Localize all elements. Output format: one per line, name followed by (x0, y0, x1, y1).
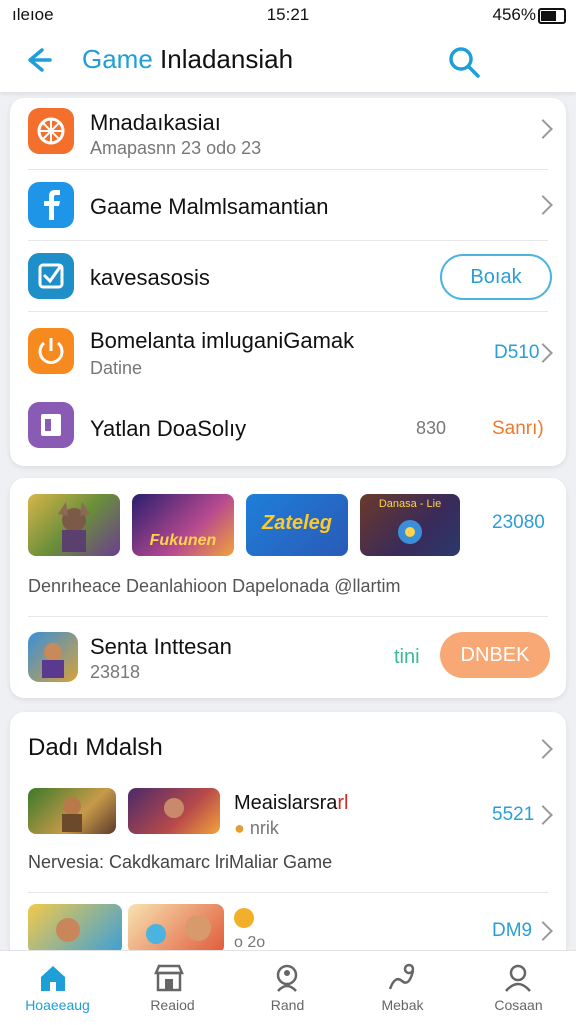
battery-icon (538, 8, 566, 24)
section-item-title: Meaislarsrarl (234, 792, 348, 815)
featured-tag: tini (394, 646, 420, 668)
chevron-right-icon[interactable] (533, 921, 553, 941)
game-thumbnail[interactable] (128, 788, 220, 834)
tab-label: Mebak (381, 997, 424, 1013)
tab-label: Rand (270, 997, 305, 1013)
featured-title: Senta Inttesan (90, 634, 232, 659)
featured-subtitle: 23818 (90, 662, 141, 682)
tab-store[interactable]: Reaiod (115, 951, 230, 1025)
store-icon (154, 964, 184, 992)
game-thumbnail[interactable]: Danasa - Lie (360, 494, 460, 556)
game-thumbnail[interactable] (128, 904, 224, 954)
tab-rand[interactable]: Rand (230, 951, 345, 1025)
tab-profile[interactable]: Cosaan (461, 951, 576, 1025)
item-title: Yatlan DoaSolıy (90, 416, 247, 441)
section-item-title-main: Meaislarsra (234, 792, 338, 814)
page-title: Game Inladansiah (82, 44, 293, 75)
profile-icon (505, 964, 531, 992)
games-caption: Denrıheace Deanlahioon Dapelonada @llart… (28, 576, 401, 596)
list-item[interactable]: Bomelanta imluganiGamak Datine D510 (10, 312, 566, 388)
item-title: kavesasosis (90, 265, 210, 290)
chevron-right-icon (533, 195, 553, 215)
item-subtitle: Datine (90, 358, 143, 378)
game-thumbnail[interactable] (28, 494, 120, 556)
divider (28, 616, 548, 617)
chevron-right-icon[interactable] (533, 739, 553, 759)
game-thumbnail[interactable]: Zateleg (246, 494, 348, 556)
section-item-title-red: rl (337, 792, 349, 814)
power-icon (28, 328, 74, 374)
featured-game-row[interactable]: Senta Inttesan 23818 tini DNBEK (10, 618, 566, 698)
search-icon[interactable] (444, 42, 484, 82)
list-item: kavesasosis Boıak (10, 241, 566, 311)
section-item2-value: DM9 (492, 920, 533, 941)
tab-label: Reaiod (150, 997, 195, 1013)
thumb-text: Fukunen (149, 532, 217, 549)
game-thumbnail[interactable]: Fukunen (132, 494, 234, 556)
item-value: 830 (416, 418, 447, 438)
tab-home[interactable]: Hoaeeaug (0, 951, 115, 1025)
coin-icon (234, 908, 254, 928)
tab-label: Cosaan (494, 997, 543, 1013)
section-item-value: 5521 (492, 804, 535, 825)
list-action-button[interactable]: Boıak (440, 254, 552, 300)
game-thumbnail[interactable] (28, 904, 122, 954)
list-item[interactable]: Gaame Malmlsamantian (10, 170, 566, 240)
section-item-subtitle: ● nrik (234, 818, 279, 838)
item-title: Gaame Malmlsamantian (90, 194, 329, 219)
chevron-right-icon[interactable] (533, 805, 553, 825)
featured-button[interactable]: DNBEK (440, 632, 550, 678)
section-card: Dadı Mdalsh Meaislarsrarl ● nrik 5521 Ne… (10, 712, 566, 962)
item-title: Bomelanta imluganiGamak (90, 328, 355, 353)
purple-doc-icon (28, 402, 74, 448)
app-header: Game Inladansiah (0, 30, 576, 92)
bottom-tab-bar: Hoaeeaug Reaiod Rand Mebak Cosaan (0, 950, 576, 1025)
game-thumbnail[interactable] (28, 788, 116, 834)
status-time: 15:21 (266, 5, 310, 24)
item-action[interactable]: Sanrı) (492, 418, 544, 440)
section-caption: Nervesia: Cakdkamarc lriMaliar Game (28, 852, 333, 872)
check-square-icon (28, 253, 74, 299)
list-item[interactable]: Mnadaıkasiaı Amapasnn 23 odo 23 (10, 98, 566, 168)
title-rest: Inladansiah (160, 44, 294, 74)
divider (28, 892, 548, 893)
thumb-text: Danasa - Lie (378, 498, 442, 510)
person-pin-icon (276, 964, 298, 992)
wave-icon (388, 963, 415, 990)
battery-percent: 456% (492, 5, 536, 24)
home-icon (41, 966, 65, 991)
featured-game-icon (28, 632, 78, 682)
item-title: Mnadaıkasiaı (90, 110, 221, 135)
title-accent: Game (82, 44, 153, 74)
section-item-subtitle-text: nrik (249, 818, 279, 838)
section-title: Dadı Mdalsh (28, 734, 163, 761)
facebook-f-icon (28, 182, 74, 228)
item-subtitle: Amapasnn 23 odo 23 (90, 138, 262, 158)
settings-list-card: Mnadaıkasiaı Amapasnn 23 odo 23 Gaame Ma… (10, 98, 566, 466)
chevron-right-icon (533, 119, 553, 139)
list-item[interactable]: Yatlan DoaSolıy 830 Sanrı) (10, 390, 566, 462)
back-arrow-icon[interactable] (20, 42, 56, 78)
tab-label: Hoaeeaug (25, 997, 90, 1013)
games-count: 23080 (492, 512, 545, 533)
tab-mebak[interactable]: Mebak (345, 951, 460, 1025)
status-bar: ıleıoe 15:21 456% (0, 0, 576, 30)
thumb-text: Zateleg (261, 512, 333, 534)
orange-spin-icon (28, 108, 74, 154)
games-card: Fukunen Zateleg Danasa - Lie 23080 Denrı… (10, 478, 566, 698)
